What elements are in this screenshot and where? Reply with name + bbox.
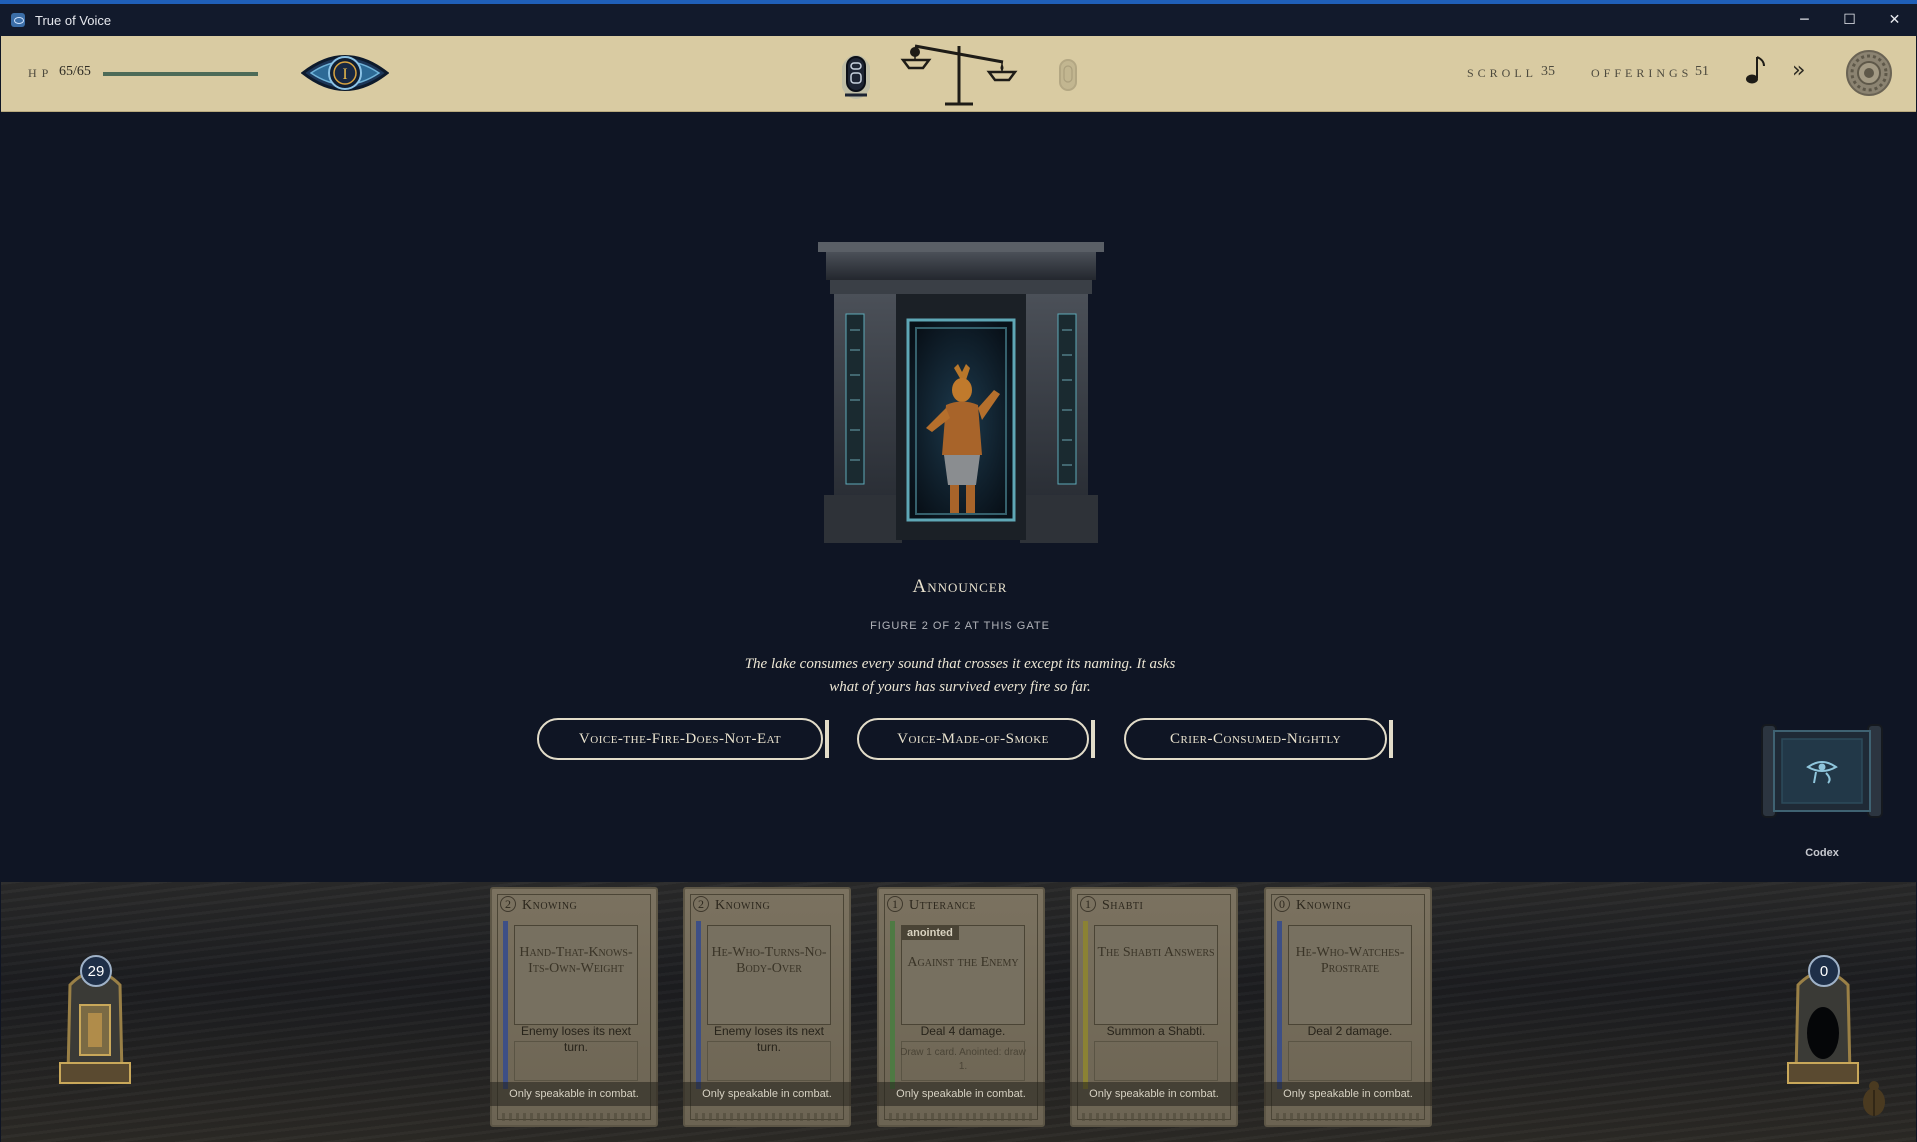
card-effect: Summon a Shabti.	[1106, 1024, 1206, 1038]
settings-gear-icon[interactable]	[1845, 49, 1893, 97]
hand-card[interactable]: 2 Knowing Hand-That-Knows-Its-Own-Weight…	[490, 887, 658, 1127]
scroll-label: SCROLL	[1467, 66, 1538, 80]
card-name: He-Who-Turns-No-Body-Over	[711, 945, 827, 976]
figure-dialogue: The lake consumes every sound that cross…	[744, 656, 1176, 695]
gate-illustration	[818, 242, 1104, 543]
card-effect: Enemy loses its next turn.	[520, 1024, 632, 1054]
choice-button-2[interactable]: Voice-Made-of-Smoke	[857, 718, 1089, 760]
card-type: Knowing	[522, 898, 578, 913]
card-art-box	[901, 925, 1025, 1025]
cartouche-icon[interactable]	[842, 54, 870, 100]
card-name: He-Who-Watches-Prostrate	[1295, 945, 1405, 976]
eye-numeral: I	[342, 66, 347, 83]
card-type-stripe	[1083, 921, 1088, 1089]
hp-bar-fill	[103, 72, 258, 76]
figure-count: FIGURE 2 OF 2 AT THIS GATE	[870, 620, 1050, 632]
game-window: True of Voice ─ ☐ ✕ HP 65/65 I SCROLL 35…	[0, 0, 1917, 1142]
card-cost: 1	[1080, 896, 1096, 912]
card-type-stripe	[890, 921, 895, 1089]
hand-card[interactable]: 1 Shabti The Shabti Answers Summon a Sha…	[1070, 887, 1238, 1127]
codex-label: Codex	[1805, 847, 1839, 859]
scarab-icon	[1863, 1081, 1885, 1116]
offerings-label: OFFERINGS	[1591, 66, 1693, 80]
hp-bar	[103, 72, 258, 76]
card-name: Hand-That-Knows-Its-Own-Weight	[519, 945, 633, 976]
choice-marker	[825, 720, 829, 758]
card-hieroglyph-border	[889, 1113, 1033, 1121]
choice-button-1[interactable]: Voice-the-Fire-Does-Not-Eat	[537, 718, 823, 760]
card-restriction: Only speakable in combat.	[490, 1082, 658, 1106]
choice-marker	[1091, 720, 1095, 758]
maximize-button[interactable]: ☐	[1827, 4, 1872, 36]
card-hieroglyph-border	[1082, 1113, 1226, 1121]
card-type: Knowing	[715, 898, 771, 913]
card-name: The Shabti Answers	[1097, 945, 1215, 960]
card-type-stripe	[503, 921, 508, 1089]
hp-label: HP	[28, 66, 54, 80]
app-icon	[11, 13, 25, 27]
top-hud: HP 65/65 I SCROLL 35 OFFERINGS 51 »	[1, 36, 1916, 112]
card-tag: anointed	[901, 926, 959, 940]
card-cost: 0	[1274, 896, 1290, 912]
card-type-stripe	[696, 921, 701, 1089]
codex-scroll-icon[interactable]	[1752, 715, 1892, 825]
eye-of-ra-icon[interactable]: I	[301, 46, 389, 100]
card-type-stripe	[1277, 921, 1282, 1089]
hand-card[interactable]: 0 Knowing He-Who-Watches-Prostrate Deal …	[1264, 887, 1432, 1127]
figure-name: Announcer	[912, 576, 1008, 597]
window-controls: ─ ☐ ✕	[1782, 4, 1917, 36]
window-title: True of Voice	[35, 12, 112, 28]
card-type: Knowing	[1296, 898, 1352, 913]
card-cost: 2	[693, 896, 709, 912]
music-note-icon[interactable]	[1742, 54, 1766, 86]
draw-pile-count: 29	[80, 955, 112, 987]
hp-value: 65/65	[59, 64, 91, 79]
discard-pile-count: 0	[1808, 955, 1840, 987]
card-subeffect: Draw 1 card. Anointed: draw 1.	[900, 1047, 1026, 1072]
scroll-value: 35	[1541, 64, 1555, 79]
card-restriction: Only speakable in combat.	[1070, 1082, 1238, 1106]
card-hieroglyph-border	[502, 1113, 646, 1121]
card-type: Shabti	[1102, 898, 1144, 913]
card-effect: Deal 2 damage.	[1307, 1024, 1393, 1038]
card-name: Against the Enemy	[907, 955, 1019, 970]
offerings-value: 51	[1695, 64, 1709, 79]
card-hieroglyph-border	[1276, 1113, 1420, 1121]
card-restriction: Only speakable in combat.	[877, 1082, 1045, 1106]
card-effect: Deal 4 damage.	[920, 1024, 1006, 1038]
hand-card[interactable]: 1 Utterance anointed Against the Enemy D…	[877, 887, 1045, 1127]
card-effect: Enemy loses its next turn.	[713, 1024, 825, 1054]
choice-marker	[1389, 720, 1393, 758]
skip-icon[interactable]: »	[1792, 58, 1805, 83]
cartouche-locked-icon	[1059, 59, 1077, 91]
card-type: Utterance	[909, 898, 976, 913]
card-cost: 1	[887, 896, 903, 912]
scales-icon	[900, 44, 1018, 106]
close-button[interactable]: ✕	[1872, 4, 1917, 36]
hand-card[interactable]: 2 Knowing He-Who-Turns-No-Body-Over Enem…	[683, 887, 851, 1127]
card-art-box	[1094, 925, 1218, 1025]
choice-button-3[interactable]: Crier-Consumed-Nightly	[1124, 718, 1387, 760]
card-restriction: Only speakable in combat.	[683, 1082, 851, 1106]
card-cost: 2	[500, 896, 516, 912]
minimize-button[interactable]: ─	[1782, 4, 1827, 36]
window-titlebar: True of Voice ─ ☐ ✕	[0, 0, 1917, 36]
card-restriction: Only speakable in combat.	[1264, 1082, 1432, 1106]
card-effect-box	[1094, 1041, 1218, 1081]
card-hieroglyph-border	[695, 1113, 839, 1121]
card-effect-box	[1288, 1041, 1412, 1081]
